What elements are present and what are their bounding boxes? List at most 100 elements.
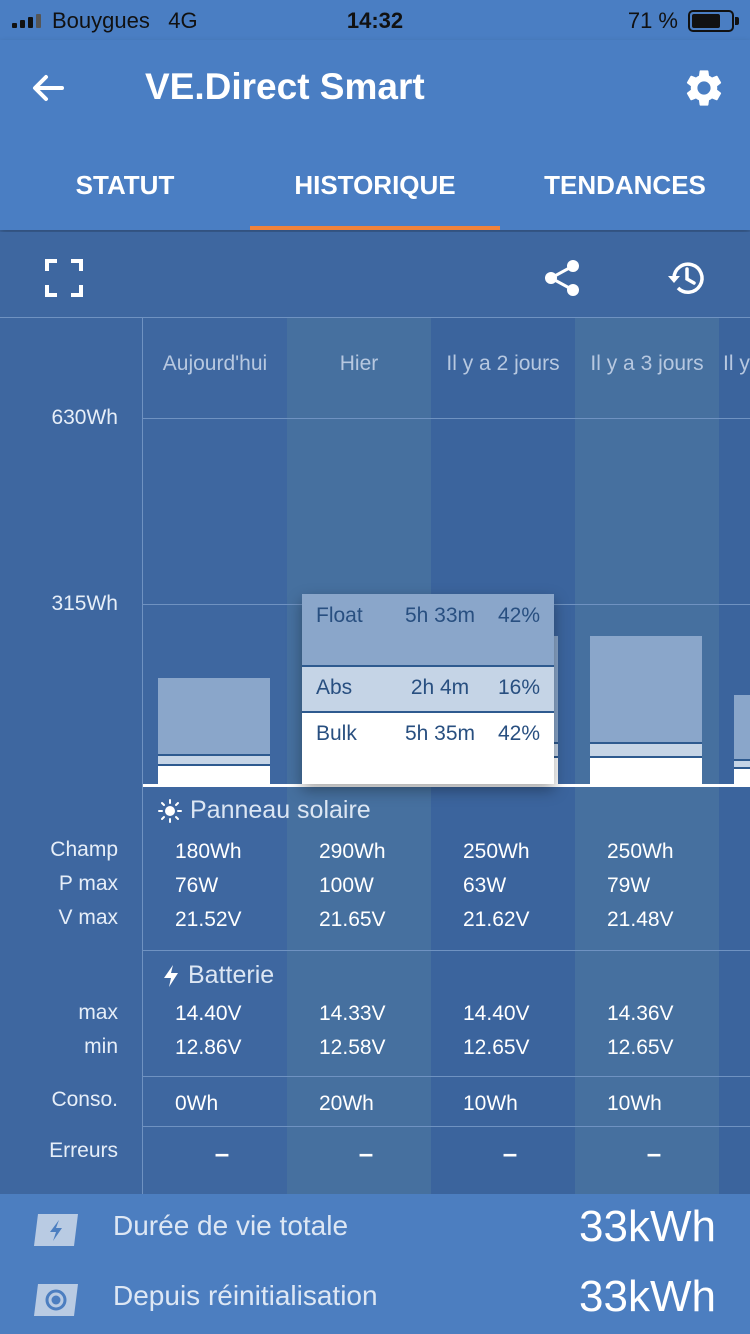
history-icon[interactable] (666, 258, 706, 298)
bar-float-segment[interactable] (158, 677, 270, 754)
chart-baseline (143, 784, 750, 787)
solar-pmax: 100W (319, 874, 374, 897)
day-label[interactable]: Il y a 2 jours (431, 352, 575, 376)
solar-pmax: 63W (463, 874, 507, 897)
phase-percent: 16% (497, 676, 540, 699)
tab-bar: STATUT HISTORIQUE TENDANCES (0, 150, 750, 230)
consumption-value: 20Wh (319, 1092, 374, 1115)
row-label-batt-min: min (84, 1035, 118, 1058)
solar-yield: 250Wh (463, 840, 530, 863)
day-label[interactable]: Il y (719, 352, 750, 376)
row-label-champ: Champ (50, 838, 118, 861)
solar-yield: 250Wh (607, 840, 674, 863)
phase-percent: 42% (497, 604, 540, 627)
phase-percent: 42% (497, 722, 540, 745)
battery-min: 12.58V (319, 1036, 386, 1059)
phase-name: Bulk (316, 722, 357, 745)
section-divider (143, 1076, 750, 1077)
history-toolbar (0, 232, 750, 318)
battery-max: 14.36V (607, 1002, 674, 1025)
battery-max: 14.40V (463, 1002, 530, 1025)
row-label-batt-max: max (78, 1001, 118, 1024)
fullscreen-icon[interactable] (44, 258, 84, 298)
y-tick-label: 630Wh (51, 406, 118, 429)
solar-pmax: 79W (607, 874, 651, 897)
share-icon[interactable] (542, 258, 582, 298)
phase-name: Float (316, 604, 363, 627)
bar-abs-segment[interactable] (590, 741, 702, 757)
bar-bulk-segment[interactable] (734, 767, 750, 784)
tab-tendances[interactable]: TENDANCES (500, 150, 750, 230)
solar-vmax: 21.65V (319, 908, 386, 931)
row-label-conso: Conso. (51, 1088, 118, 1111)
row-label-vmax: V max (58, 906, 118, 929)
phase-name: Abs (316, 676, 353, 699)
tooltip-row-abs: Abs 2h 4m 16% (302, 676, 554, 700)
y-axis-column: 630Wh 315Wh Champ P max V max max min Co… (0, 318, 143, 1194)
solar-vmax: 21.48V (607, 908, 674, 931)
battery-section-title: Batterie (162, 961, 274, 990)
solar-yield: 180Wh (175, 840, 242, 863)
battery-title-text: Batterie (188, 961, 275, 989)
bolt-icon (34, 1214, 78, 1246)
battery-min: 12.86V (175, 1036, 242, 1059)
consumption-value: 10Wh (463, 1092, 518, 1115)
totals-footer: Durée de vie totale 33kWh Depuis réiniti… (0, 1194, 750, 1334)
row-label-pmax: P max (58, 872, 118, 895)
solar-vmax: 21.62V (463, 908, 530, 931)
tab-historique[interactable]: HISTORIQUE (250, 150, 500, 230)
solar-vmax: 21.52V (175, 908, 242, 931)
day-label[interactable]: Il y a 3 jours (575, 352, 719, 376)
page-title: VE.Direct Smart (145, 66, 425, 107)
phase-tooltip: Float 5h 33m 42% Abs 2h 4m 16% Bulk 5h 3… (302, 594, 554, 784)
back-arrow-icon[interactable] (28, 68, 68, 108)
row-label-errors: Erreurs (49, 1139, 118, 1162)
phase-duration: 5h 35m (404, 722, 476, 745)
y-tick-label: 315Wh (51, 592, 118, 615)
solar-pmax: 76W (175, 874, 219, 897)
battery-percent: 71 % (627, 8, 678, 33)
phase-duration: 2h 4m (410, 676, 470, 699)
consumption-value: 0Wh (175, 1092, 219, 1115)
battery-min: 12.65V (607, 1036, 674, 1059)
total-lifetime-row: Durée de vie totale 33kWh (0, 1194, 750, 1264)
consumption-value: 10Wh (607, 1092, 662, 1115)
solar-title-text: Panneau solaire (190, 796, 371, 824)
battery-max: 14.33V (319, 1002, 386, 1025)
app-bar: VE.Direct Smart STATUT HISTORIQUE TENDAN… (0, 40, 750, 230)
bar-bulk-segment[interactable] (158, 763, 270, 784)
bar-bulk-segment[interactable] (590, 756, 702, 784)
bolt-icon (164, 964, 178, 987)
solar-yield: 290Wh (319, 840, 386, 863)
solar-section-title: Panneau solaire (158, 796, 371, 825)
status-bar: Bouygues 4G 14:32 71 % (0, 0, 750, 40)
tooltip-row-float: Float 5h 33m 42% (302, 604, 554, 628)
since-reset-row: Depuis réinitialisation 33kWh (0, 1264, 750, 1334)
battery-icon (688, 10, 739, 32)
section-divider (143, 1126, 750, 1127)
reset-icon (34, 1284, 78, 1316)
error-value: – (502, 1138, 518, 1168)
tab-statut[interactable]: STATUT (0, 150, 250, 230)
tooltip-row-bulk: Bulk 5h 35m 42% (302, 722, 554, 746)
error-value: – (214, 1138, 230, 1168)
bar-float-segment[interactable] (590, 636, 702, 742)
history-chart: 630Wh 315Wh Champ P max V max max min Co… (0, 318, 750, 1194)
since-reset-label: Depuis réinitialisation (113, 1280, 378, 1311)
section-divider (143, 950, 750, 951)
day-label[interactable]: Aujourd'hui (143, 352, 287, 376)
total-lifetime-value: 33kWh (579, 1202, 716, 1251)
battery-min: 12.65V (463, 1036, 530, 1059)
bar-abs-segment[interactable] (158, 753, 270, 764)
sun-icon (158, 798, 182, 823)
bar-float-segment[interactable] (734, 695, 750, 759)
total-lifetime-label: Durée de vie totale (113, 1210, 349, 1241)
error-value: – (646, 1138, 662, 1168)
gear-icon[interactable] (682, 66, 726, 110)
battery-max: 14.40V (175, 1002, 242, 1025)
error-value: – (358, 1138, 374, 1168)
phase-duration: 5h 33m (404, 604, 476, 627)
day-label[interactable]: Hier (287, 352, 431, 376)
gridline (143, 418, 750, 419)
bar-abs-segment[interactable] (734, 758, 750, 768)
